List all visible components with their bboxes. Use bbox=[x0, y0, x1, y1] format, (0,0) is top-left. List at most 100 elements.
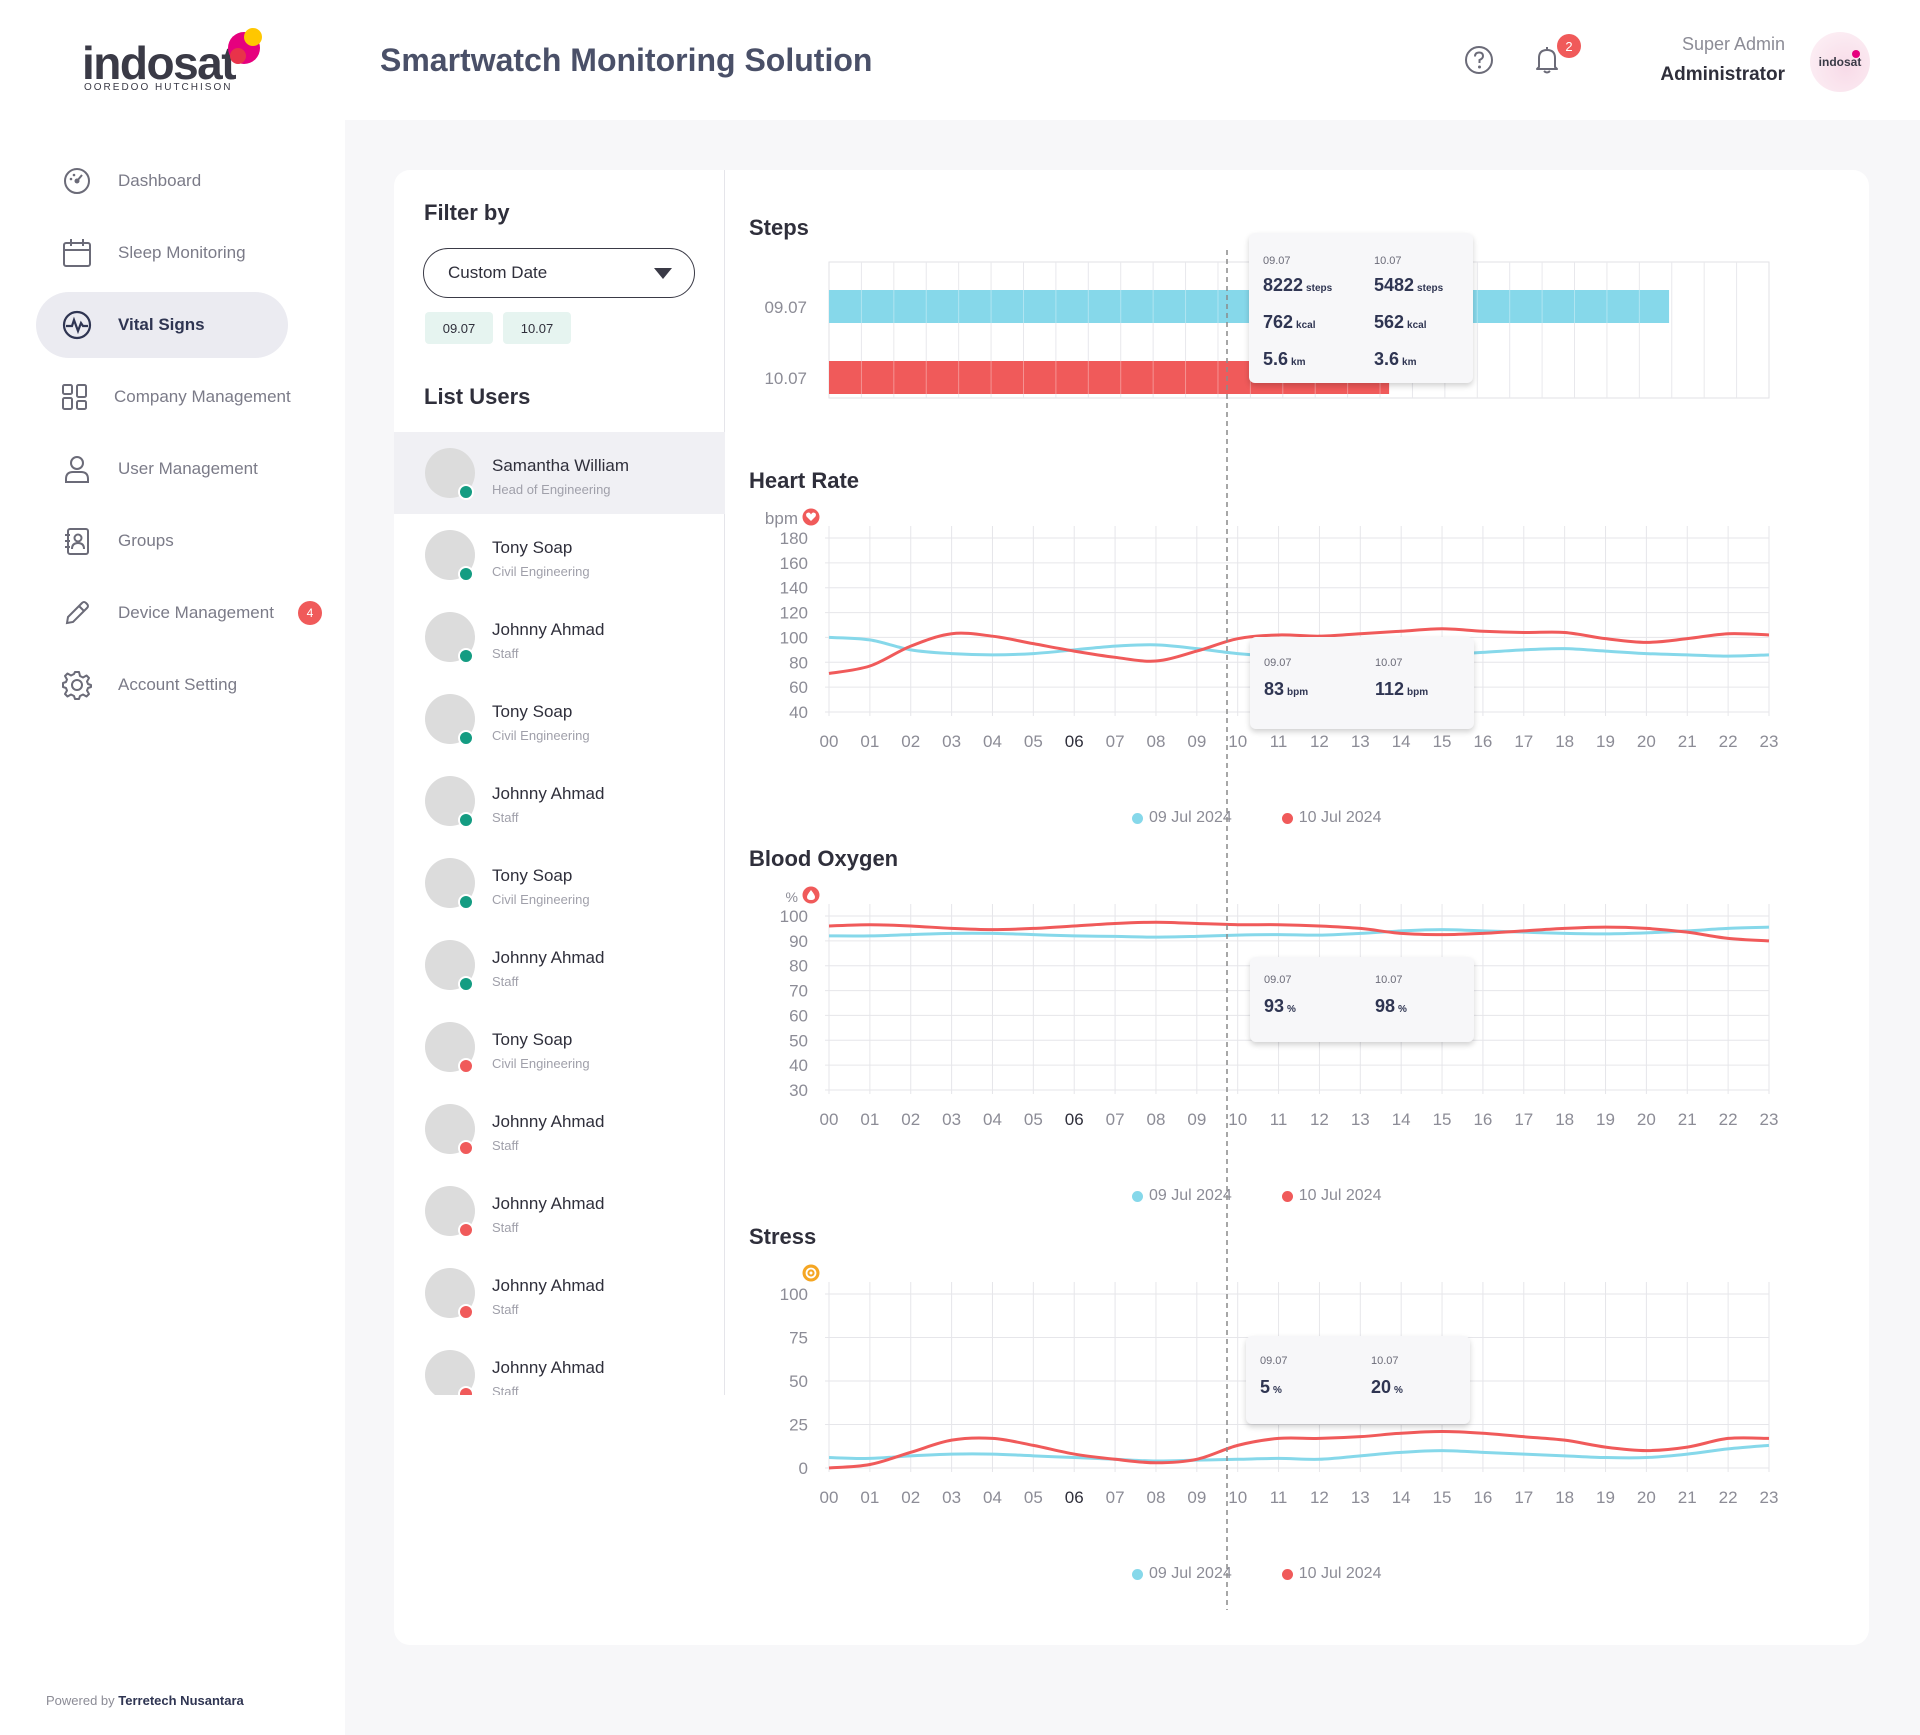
blood-oxygen-tooltip: 09.07 10.07 93% 98% bbox=[1250, 957, 1474, 1042]
user-role: Head of Engineering bbox=[492, 482, 611, 497]
heart-rate-title: Heart Rate bbox=[749, 468, 860, 493]
x-tick-label: 10 bbox=[1228, 732, 1247, 751]
list-item[interactable]: Johnny Ahmad Staff bbox=[394, 1252, 725, 1334]
list-item[interactable]: Tony Soap Civil Engineering bbox=[394, 842, 725, 924]
list-item[interactable]: Tony Soap Civil Engineering bbox=[394, 514, 725, 596]
sidebar-item-company-management[interactable]: Company Management bbox=[36, 364, 291, 430]
brand-logo[interactable]: indosat OOREDOO HUTCHISON bbox=[82, 26, 282, 96]
blood-oxygen-legend: 09 Jul 2024 10 Jul 2024 bbox=[1132, 1187, 1381, 1205]
list-item[interactable]: Tony Soap Civil Engineering bbox=[394, 678, 725, 760]
status-dot bbox=[458, 566, 474, 582]
list-item[interactable]: Tony Soap Civil Engineering bbox=[394, 1006, 725, 1088]
logo-subtitle: OOREDOO HUTCHISON bbox=[84, 82, 233, 93]
tooltip-date: 09.07 bbox=[1264, 657, 1292, 669]
x-tick-label: 20 bbox=[1637, 1488, 1656, 1507]
tooltip-date: 10.07 bbox=[1371, 1355, 1399, 1367]
logo-dot bbox=[230, 48, 246, 64]
help-icon[interactable] bbox=[1463, 44, 1495, 81]
user-name: Johnny Ahmad bbox=[492, 1194, 605, 1213]
x-tick-label: 15 bbox=[1433, 1110, 1452, 1129]
top-header: Smartwatch Monitoring Solution 2 Super A… bbox=[345, 0, 1920, 120]
stress-tooltip: 09.07 10.07 5% 20% bbox=[1246, 1336, 1470, 1424]
y-tick-label: 30 bbox=[789, 1081, 808, 1100]
series-line bbox=[828, 1443, 1770, 1463]
x-tick-label: 09 bbox=[1187, 1110, 1206, 1129]
category-label: 09.07 bbox=[764, 298, 807, 317]
user-name: Johnny Ahmad bbox=[492, 1112, 605, 1131]
list-item[interactable]: Samantha William Head of Engineering bbox=[394, 432, 725, 514]
page-title: Smartwatch Monitoring Solution bbox=[380, 42, 873, 78]
powered-company[interactable]: Terretech Nusantara bbox=[118, 1693, 243, 1708]
user-role: Civil Engineering bbox=[492, 1056, 590, 1071]
sidebar-item-groups[interactable]: Groups bbox=[36, 508, 288, 574]
sidebar-item-device-management[interactable]: Device Management 4 bbox=[36, 580, 322, 646]
list-item[interactable]: Johnny Ahmad Staff bbox=[394, 1088, 725, 1170]
sidebar-item-vital-signs[interactable]: Vital Signs bbox=[36, 292, 288, 358]
contacts-icon bbox=[60, 524, 94, 558]
list-item[interactable]: Johnny Ahmad Staff bbox=[394, 760, 725, 842]
date-filter-select[interactable]: Custom Date bbox=[423, 248, 695, 298]
y-tick-label: 140 bbox=[780, 579, 808, 598]
x-tick-label: 00 bbox=[820, 1110, 839, 1129]
legend-item: 10 Jul 2024 bbox=[1281, 809, 1381, 827]
user-list[interactable]: Samantha William Head of Engineering Tony … bbox=[394, 432, 725, 1395]
sidebar-item-sleep-monitoring[interactable]: Sleep Monitoring bbox=[36, 220, 288, 286]
y-tick-label: 0 bbox=[799, 1459, 808, 1478]
grid-icon bbox=[60, 380, 90, 414]
y-axis-label: bpm bbox=[765, 509, 798, 528]
x-tick-label: 20 bbox=[1637, 1110, 1656, 1129]
calendar-icon bbox=[60, 236, 94, 270]
x-tick-label: 14 bbox=[1392, 1488, 1411, 1507]
avatar-logo-dot bbox=[1852, 50, 1860, 58]
tooltip-value: 8222 steps bbox=[1263, 275, 1333, 295]
user-role: Civil Engineering bbox=[492, 564, 590, 579]
tooltip-date: 09.07 bbox=[1263, 255, 1291, 267]
x-tick-label: 07 bbox=[1106, 732, 1125, 751]
x-tick-label: 03 bbox=[942, 1488, 961, 1507]
x-tick-label: 09 bbox=[1187, 732, 1206, 751]
x-tick-label: 19 bbox=[1596, 1488, 1615, 1507]
filter-title: Filter by bbox=[424, 200, 510, 225]
list-item[interactable]: Johnny Ahmad Staff bbox=[394, 596, 725, 678]
x-tick-label: 13 bbox=[1351, 732, 1370, 751]
x-tick-label: 05 bbox=[1024, 1488, 1043, 1507]
x-tick-label: 21 bbox=[1678, 1488, 1697, 1507]
avatar[interactable]: indosat bbox=[1810, 32, 1870, 92]
list-item[interactable]: Johnny Ahmad Staff bbox=[394, 1170, 725, 1252]
user-name: Tony Soap bbox=[492, 702, 573, 721]
x-tick-label: 23 bbox=[1760, 1110, 1779, 1129]
stress-icon bbox=[802, 1264, 820, 1282]
charts-area: Steps 09.07 10.07 09.07 10.07 8222 steps 5… bbox=[725, 170, 1869, 1645]
x-tick-label: 18 bbox=[1555, 1488, 1574, 1507]
date-chip[interactable]: 10.07 bbox=[503, 312, 571, 344]
sidebar-item-account-setting[interactable]: Account Setting bbox=[36, 652, 288, 718]
list-item[interactable]: Johnny Ahmad Staff bbox=[394, 1334, 725, 1395]
sidebar-item-label: Account Setting bbox=[118, 675, 238, 694]
dashboard-icon bbox=[60, 164, 94, 198]
tooltip-date: 09.07 bbox=[1264, 974, 1292, 986]
x-tick-label: 11 bbox=[1270, 732, 1288, 751]
x-tick-label: 20 bbox=[1637, 732, 1656, 751]
tooltip-value: 112 bpm bbox=[1375, 679, 1429, 699]
user-role: Staff bbox=[492, 1138, 519, 1153]
x-tick-label: 11 bbox=[1270, 1488, 1288, 1507]
x-tick-label: 04 bbox=[983, 1488, 1002, 1507]
user-name: Samantha William bbox=[492, 456, 629, 475]
sidebar-item-user-management[interactable]: User Management bbox=[36, 436, 288, 502]
tooltip-value: 762 kcal bbox=[1263, 312, 1316, 332]
x-tick-label: 15 bbox=[1433, 1488, 1452, 1507]
sidebar-item-dashboard[interactable]: Dashboard bbox=[36, 148, 288, 214]
list-item[interactable]: Johnny Ahmad Staff bbox=[394, 924, 725, 1006]
x-tick-label: 19 bbox=[1596, 1110, 1615, 1129]
user-name: Tony Soap bbox=[492, 866, 573, 885]
pencil-icon bbox=[60, 596, 94, 630]
x-tick-label: 19 bbox=[1596, 732, 1615, 751]
status-dot bbox=[458, 976, 474, 992]
y-tick-label: 100 bbox=[780, 628, 808, 647]
user-icon bbox=[60, 452, 94, 486]
user-role: Super Admin bbox=[1681, 34, 1785, 54]
x-tick-label: 00 bbox=[820, 732, 839, 751]
date-chip[interactable]: 09.07 bbox=[425, 312, 493, 344]
x-tick-label: 13 bbox=[1351, 1488, 1370, 1507]
user-name: Johnny Ahmad bbox=[492, 948, 605, 967]
